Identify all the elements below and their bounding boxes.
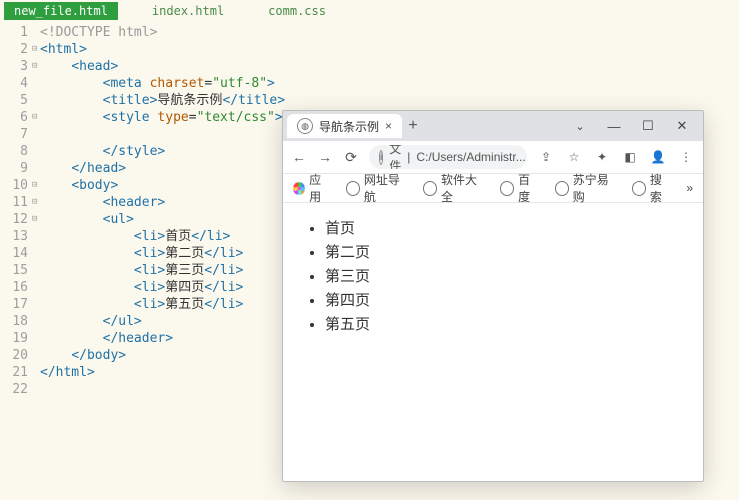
forward-button[interactable]: → [317,149,333,165]
charset-value: utf-8 [220,76,259,91]
bookmark-apps[interactable]: 应用 [293,171,332,205]
tab-index[interactable]: index.html [142,2,234,20]
editor-tabs: new_file.html index.html comm.css [0,0,739,22]
line-number: 4 [0,75,28,92]
url-path: C:/Users/Administr... [416,150,525,164]
address-bar[interactable]: i 文件 | C:/Users/Administr... [369,145,527,169]
globe-icon [500,181,514,196]
bookmark-baidu[interactable]: 百度 [500,171,541,205]
list-item: 第四页 [325,289,681,313]
line-number: 21 [0,364,28,381]
browser-titlebar: ◍ 导航条示例 × + ⌄ — ☐ ✕ [283,111,703,141]
tab-comm-css[interactable]: comm.css [258,2,336,20]
list-item: 第二页 [325,241,681,265]
menu-icon[interactable]: ⋮ [677,150,695,164]
browser-window: ◍ 导航条示例 × + ⌄ — ☐ ✕ ← → ⟳ i 文件 | C:/User… [282,110,704,482]
line-number: 7 [0,126,28,143]
line-number: 12 [0,211,28,228]
list-item: 第五页 [325,313,681,337]
globe-icon [632,181,646,196]
close-tab-icon[interactable]: × [385,119,392,133]
url-scheme-label: 文件 [389,145,401,169]
list-item: 第三页 [325,265,681,289]
share-icon[interactable]: ⇪ [537,150,555,164]
bookmark-soft[interactable]: 软件大全 [423,171,486,205]
url-separator: | [407,150,410,164]
extensions-icon[interactable]: ✦ [593,150,611,164]
chevron-down-icon[interactable]: ⌄ [563,120,597,133]
li-text: 第四页 [165,280,204,295]
li-text: 第三页 [165,263,204,278]
line-number: 2 [0,41,28,58]
list-item: 首页 [325,217,681,241]
line-number: 17 [0,296,28,313]
bookmark-search[interactable]: 搜索 [632,171,673,205]
globe-icon [346,181,360,196]
reload-button[interactable]: ⟳ [343,149,359,166]
title-text: 导航条示例 [157,93,222,108]
line-number: 15 [0,262,28,279]
li-text: 首页 [165,229,191,244]
line-number: 5 [0,92,28,109]
line-number: 14 [0,245,28,262]
line-gutter: 1 2 3 4 5 6 7 8 9 10 11 12 13 14 15 16 1… [0,24,32,398]
bookmarks-overflow-icon[interactable]: » [686,181,693,195]
minimize-button[interactable]: — [597,119,631,134]
line-number: 9 [0,160,28,177]
line-number: 13 [0,228,28,245]
browser-tab[interactable]: ◍ 导航条示例 × [287,114,402,138]
bookmark-label: 网址导航 [364,171,409,205]
browser-tab-title: 导航条示例 [319,118,379,135]
line-number: 18 [0,313,28,330]
info-icon: i [379,150,383,165]
line-number: 1 [0,24,28,41]
style-type-value: text/css [204,110,267,125]
line-number: 11 [0,194,28,211]
bookmark-label: 应用 [309,171,332,205]
back-button[interactable]: ← [291,149,307,165]
globe-icon [555,181,569,196]
tab-new-file[interactable]: new_file.html [4,2,118,20]
maximize-button[interactable]: ☐ [631,118,665,134]
close-window-button[interactable]: ✕ [665,118,699,134]
bookmark-label: 软件大全 [441,171,486,205]
bookmark-suning[interactable]: 苏宁易购 [555,171,618,205]
bookmark-label: 苏宁易购 [573,171,618,205]
line-number: 8 [0,143,28,160]
globe-icon: ◍ [297,118,313,134]
page-content: 首页 第二页 第三页 第四页 第五页 [283,203,703,481]
profile-icon[interactable]: 👤 [649,150,667,164]
panel-icon[interactable]: ◧ [621,150,639,164]
globe-icon [423,181,437,196]
line-number: 19 [0,330,28,347]
address-bar-row: ← → ⟳ i 文件 | C:/Users/Administr... ⇪ ☆ ✦… [283,141,703,174]
line-number: 20 [0,347,28,364]
li-text: 第五页 [165,297,204,312]
code-line: <!DOCTYPE html> [40,25,157,40]
line-number: 6 [0,109,28,126]
new-tab-button[interactable]: + [402,117,424,135]
li-text: 第二页 [165,246,204,261]
line-number: 3 [0,58,28,75]
bookmarks-bar: 应用 网址导航 软件大全 百度 苏宁易购 搜索 » [283,174,703,203]
line-number: 10 [0,177,28,194]
nav-list: 首页 第二页 第三页 第四页 第五页 [305,217,681,337]
line-number: 22 [0,381,28,398]
fold-gutter: ⊟⊟ ⊟ ⊟⊟⊟ [32,24,40,398]
apps-icon [293,182,305,195]
bookmark-label: 百度 [518,171,540,205]
line-number: 16 [0,279,28,296]
bookmark-nav[interactable]: 网址导航 [346,171,409,205]
code-area[interactable]: <!DOCTYPE html> <html> <head> <meta char… [40,24,285,398]
star-icon[interactable]: ☆ [565,150,583,164]
bookmark-label: 搜索 [650,171,672,205]
